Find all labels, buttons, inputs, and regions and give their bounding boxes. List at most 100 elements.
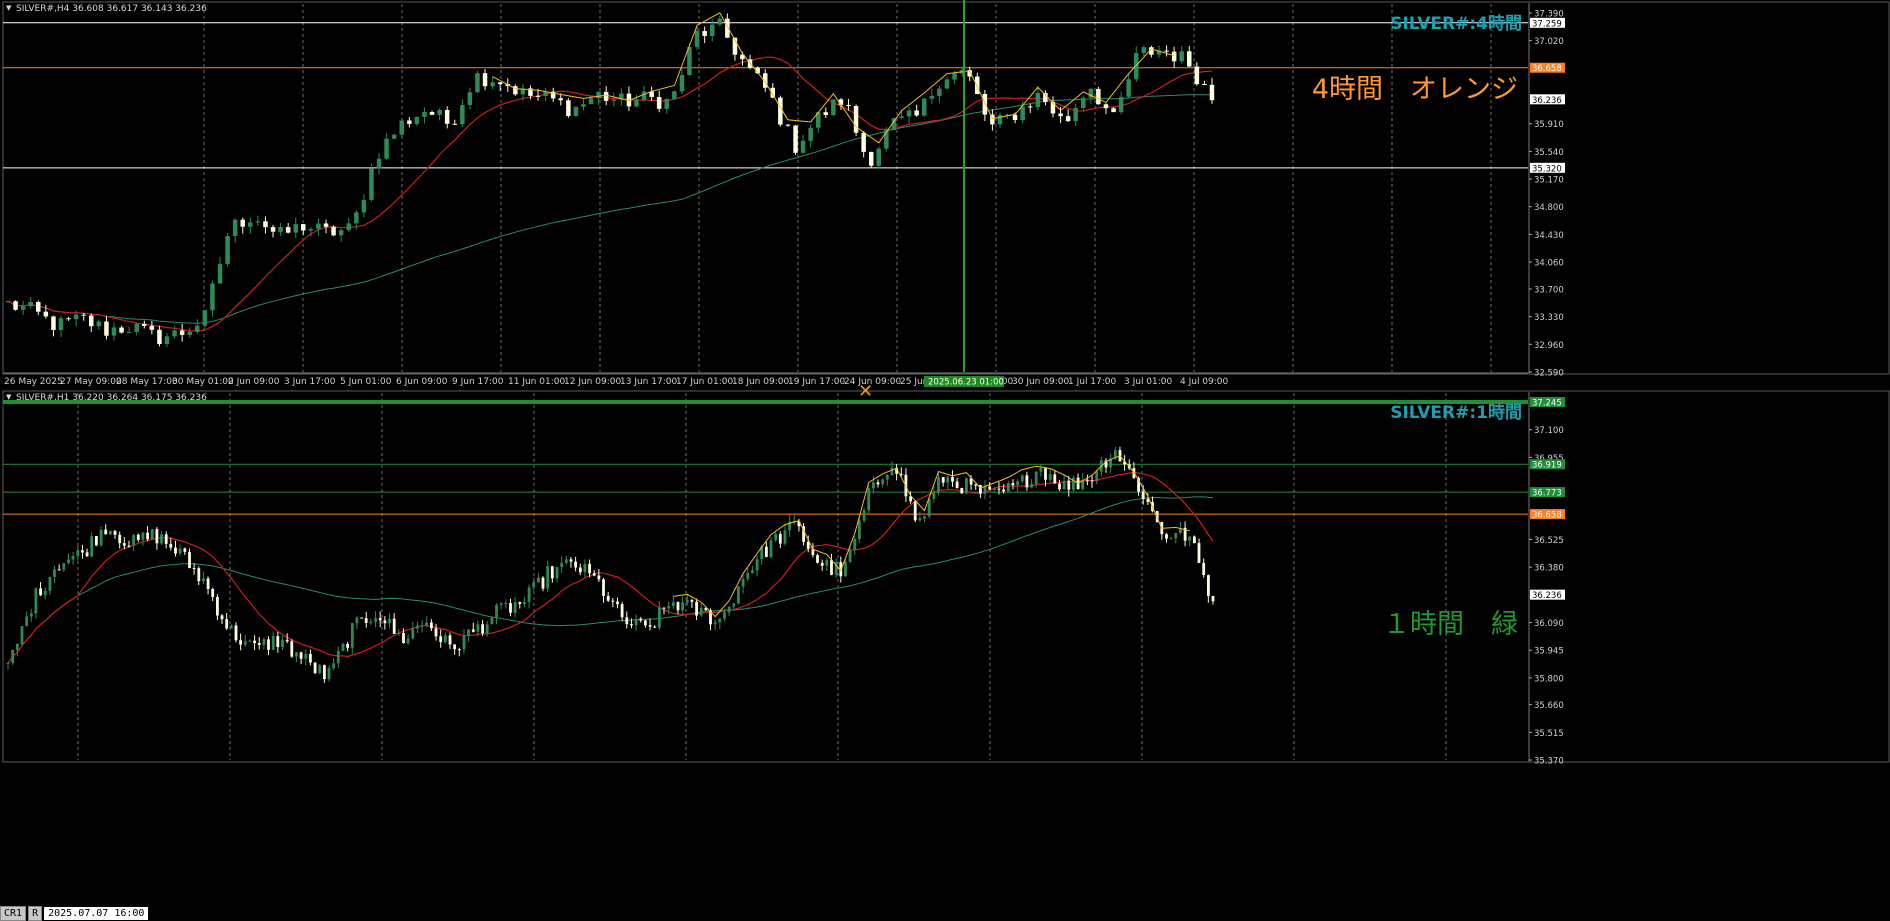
time-tick-label: 19 Jun 17:00 [788,377,845,387]
candle-body [467,629,470,636]
candle-body [793,125,798,153]
time-tick-label: 3 Jul 01:00 [1124,377,1173,387]
candle-body [422,112,427,117]
candle-body [361,199,367,213]
candle-body [346,643,349,648]
candle-body [596,91,601,99]
candle-body [1062,480,1066,490]
candle-body [278,227,283,232]
candle-body [388,618,391,624]
price-tick-label: 32.960 [1534,341,1564,351]
candle-body [11,650,15,663]
candle-body [667,606,671,609]
time-tick-label: 12 Jun 09:00 [564,377,621,387]
candle-body [364,618,368,623]
candle-body [62,563,66,570]
status-cell-cr[interactable]: CR1 [0,906,27,921]
candle-body [923,516,926,519]
candle-body [746,573,750,580]
h1-panel[interactable]: SILVER#,H1 36.220 36.264 36.175 36.236▼3… [2,390,1890,767]
candle-body [318,665,322,674]
candle-body [687,47,692,75]
time-tick-label: 17 Jun 01:00 [676,377,733,387]
status-cell-r[interactable]: R [28,906,43,921]
candle-body [672,91,677,99]
candle-body [823,112,828,115]
price-tick-label: 32.590 [1534,369,1564,379]
candle-body [183,548,187,552]
candle-body [331,226,336,236]
candle-body [778,533,782,544]
price-tick-label: 35.800 [1534,674,1564,684]
candle-body [929,95,935,99]
candle-body [941,477,945,483]
candle-body [34,588,38,614]
candle-body [535,95,541,97]
candle-body [134,323,139,332]
candle-body [611,600,615,602]
time-tick-label: 27 May 09:00 [60,377,122,387]
candle-body [558,98,563,101]
candle-body [694,31,700,47]
candle-body [1141,47,1147,54]
candle-body [29,613,33,617]
candle-body [648,625,652,627]
candle-body [1193,536,1196,544]
candle-body [555,566,559,579]
price-tick-label: 34.430 [1534,231,1564,241]
h4-panel[interactable]: SILVER#,H4 36.608 36.617 36.143 36.236 ▼ 3… [2,0,1890,388]
candle-body [676,602,680,611]
candle-body [846,104,851,106]
candle-body [581,104,586,107]
candle-body [360,617,363,619]
candle-body [616,601,619,605]
candle-body [406,638,410,644]
candle-body [437,110,442,115]
chart-root[interactable]: SILVER#,H4 36.608 36.617 36.143 36.236 ▼ 3… [0,0,1890,921]
candle-body [1002,489,1005,492]
price-tick-label: 35.370 [1534,757,1564,767]
price-tick-label: 36.658 [1532,511,1562,521]
candle-body [76,550,80,556]
candle-body [1118,96,1124,113]
candle-body [965,478,968,494]
candle-body [774,533,778,541]
candle-body [383,620,387,624]
candle-body [690,600,694,602]
candle-body [220,615,224,620]
candle-body [471,629,475,632]
price-tick-label: 34.800 [1534,203,1564,213]
chart-annotation: 4時間 オレンジ [1312,74,1518,105]
price-tick-label: 36.773 [1532,489,1562,499]
candle-body [906,110,912,117]
candle-body [523,601,526,604]
candle-body [425,622,429,626]
candle-body [625,617,629,625]
chart-title: SILVER#:4時間 [1390,13,1522,34]
candle-body [169,543,173,548]
candle-body [378,618,382,621]
price-tick-label: 35.540 [1534,148,1564,158]
candle-body [217,263,223,284]
time-tick-label: 18 Jun 09:00 [732,377,789,387]
candle-body [914,110,919,116]
candle-body [1187,51,1192,67]
candle-body [1044,468,1047,480]
candle-body [43,590,47,596]
candle-body [150,529,154,540]
candle-body [504,603,508,605]
candle-body [444,110,450,124]
candle-body [769,540,773,557]
candle-body [490,82,495,87]
candle-body [187,331,192,335]
candle-body [462,635,466,650]
panel-frame [2,1,1890,375]
candle-body [944,79,950,89]
header-arrow-icon: ▼ [6,4,12,12]
candle-body [816,555,819,563]
candle-body [28,302,33,307]
zigzag-line [492,12,1175,144]
candle-body [975,76,980,94]
ma-slow-line [7,496,1214,664]
candle-body [681,602,684,611]
